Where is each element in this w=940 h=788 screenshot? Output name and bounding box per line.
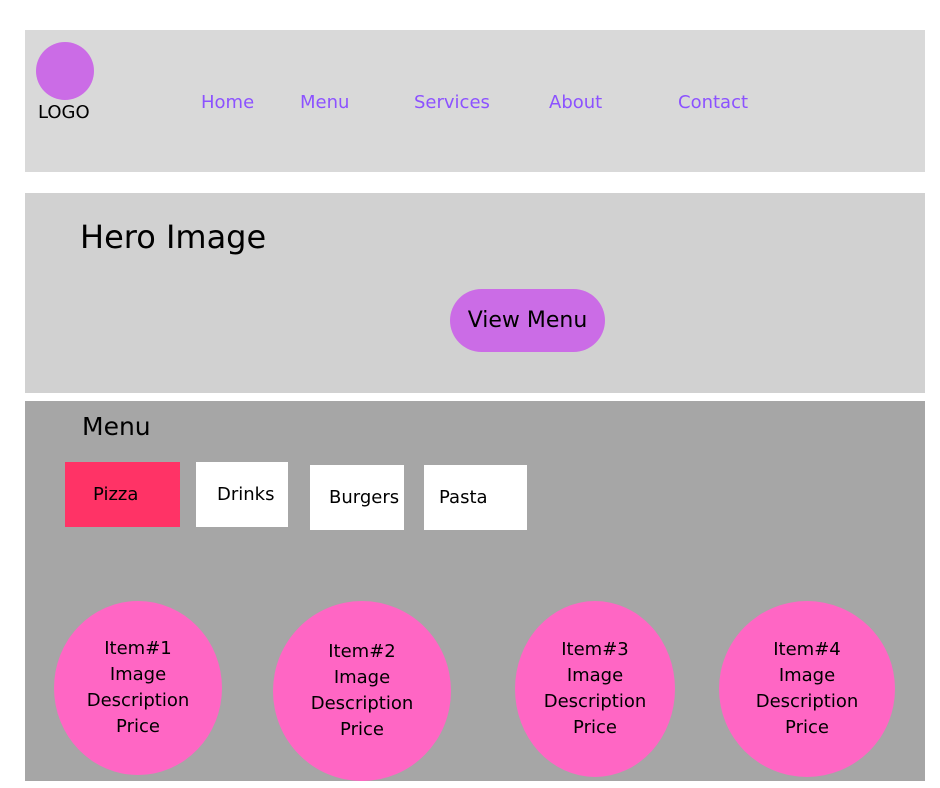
nav-menu[interactable]: Menu <box>300 92 349 114</box>
logo-icon[interactable] <box>36 42 94 100</box>
menu-title: Menu <box>82 412 151 441</box>
item-description: Description <box>755 691 859 712</box>
nav-about[interactable]: About <box>549 92 602 114</box>
item-description: Description <box>86 690 190 711</box>
menu-item-4[interactable]: Item#4 Image Description Price <box>719 601 895 777</box>
nav-services[interactable]: Services <box>414 92 490 114</box>
menu-item-2[interactable]: Item#2 Image Description Price <box>273 601 451 781</box>
item-image-label: Image <box>778 665 836 686</box>
hero-title: Hero Image <box>80 218 267 256</box>
item-price: Price <box>340 719 384 740</box>
tab-pizza[interactable]: Pizza <box>65 462 180 527</box>
nav-contact[interactable]: Contact <box>678 92 748 114</box>
tab-pasta[interactable]: Pasta <box>424 465 527 530</box>
item-name: Item#3 <box>561 639 629 660</box>
menu-item-1[interactable]: Item#1 Image Description Price <box>54 601 222 775</box>
item-price: Price <box>785 717 829 738</box>
item-image-label: Image <box>109 664 167 685</box>
item-image-label: Image <box>333 667 391 688</box>
item-description: Description <box>310 693 414 714</box>
item-name: Item#4 <box>773 639 841 660</box>
item-name: Item#1 <box>104 638 172 659</box>
tab-burgers[interactable]: Burgers <box>310 465 404 530</box>
menu-item-3[interactable]: Item#3 Image Description Price <box>515 601 675 777</box>
item-image-label: Image <box>566 665 624 686</box>
logo-text[interactable]: LOGO <box>38 102 90 124</box>
item-name: Item#2 <box>328 641 396 662</box>
view-menu-button[interactable]: View Menu <box>450 289 605 352</box>
item-price: Price <box>116 716 160 737</box>
item-description: Description <box>543 691 647 712</box>
nav-home[interactable]: Home <box>201 92 254 114</box>
tab-drinks[interactable]: Drinks <box>196 462 288 527</box>
item-price: Price <box>573 717 617 738</box>
